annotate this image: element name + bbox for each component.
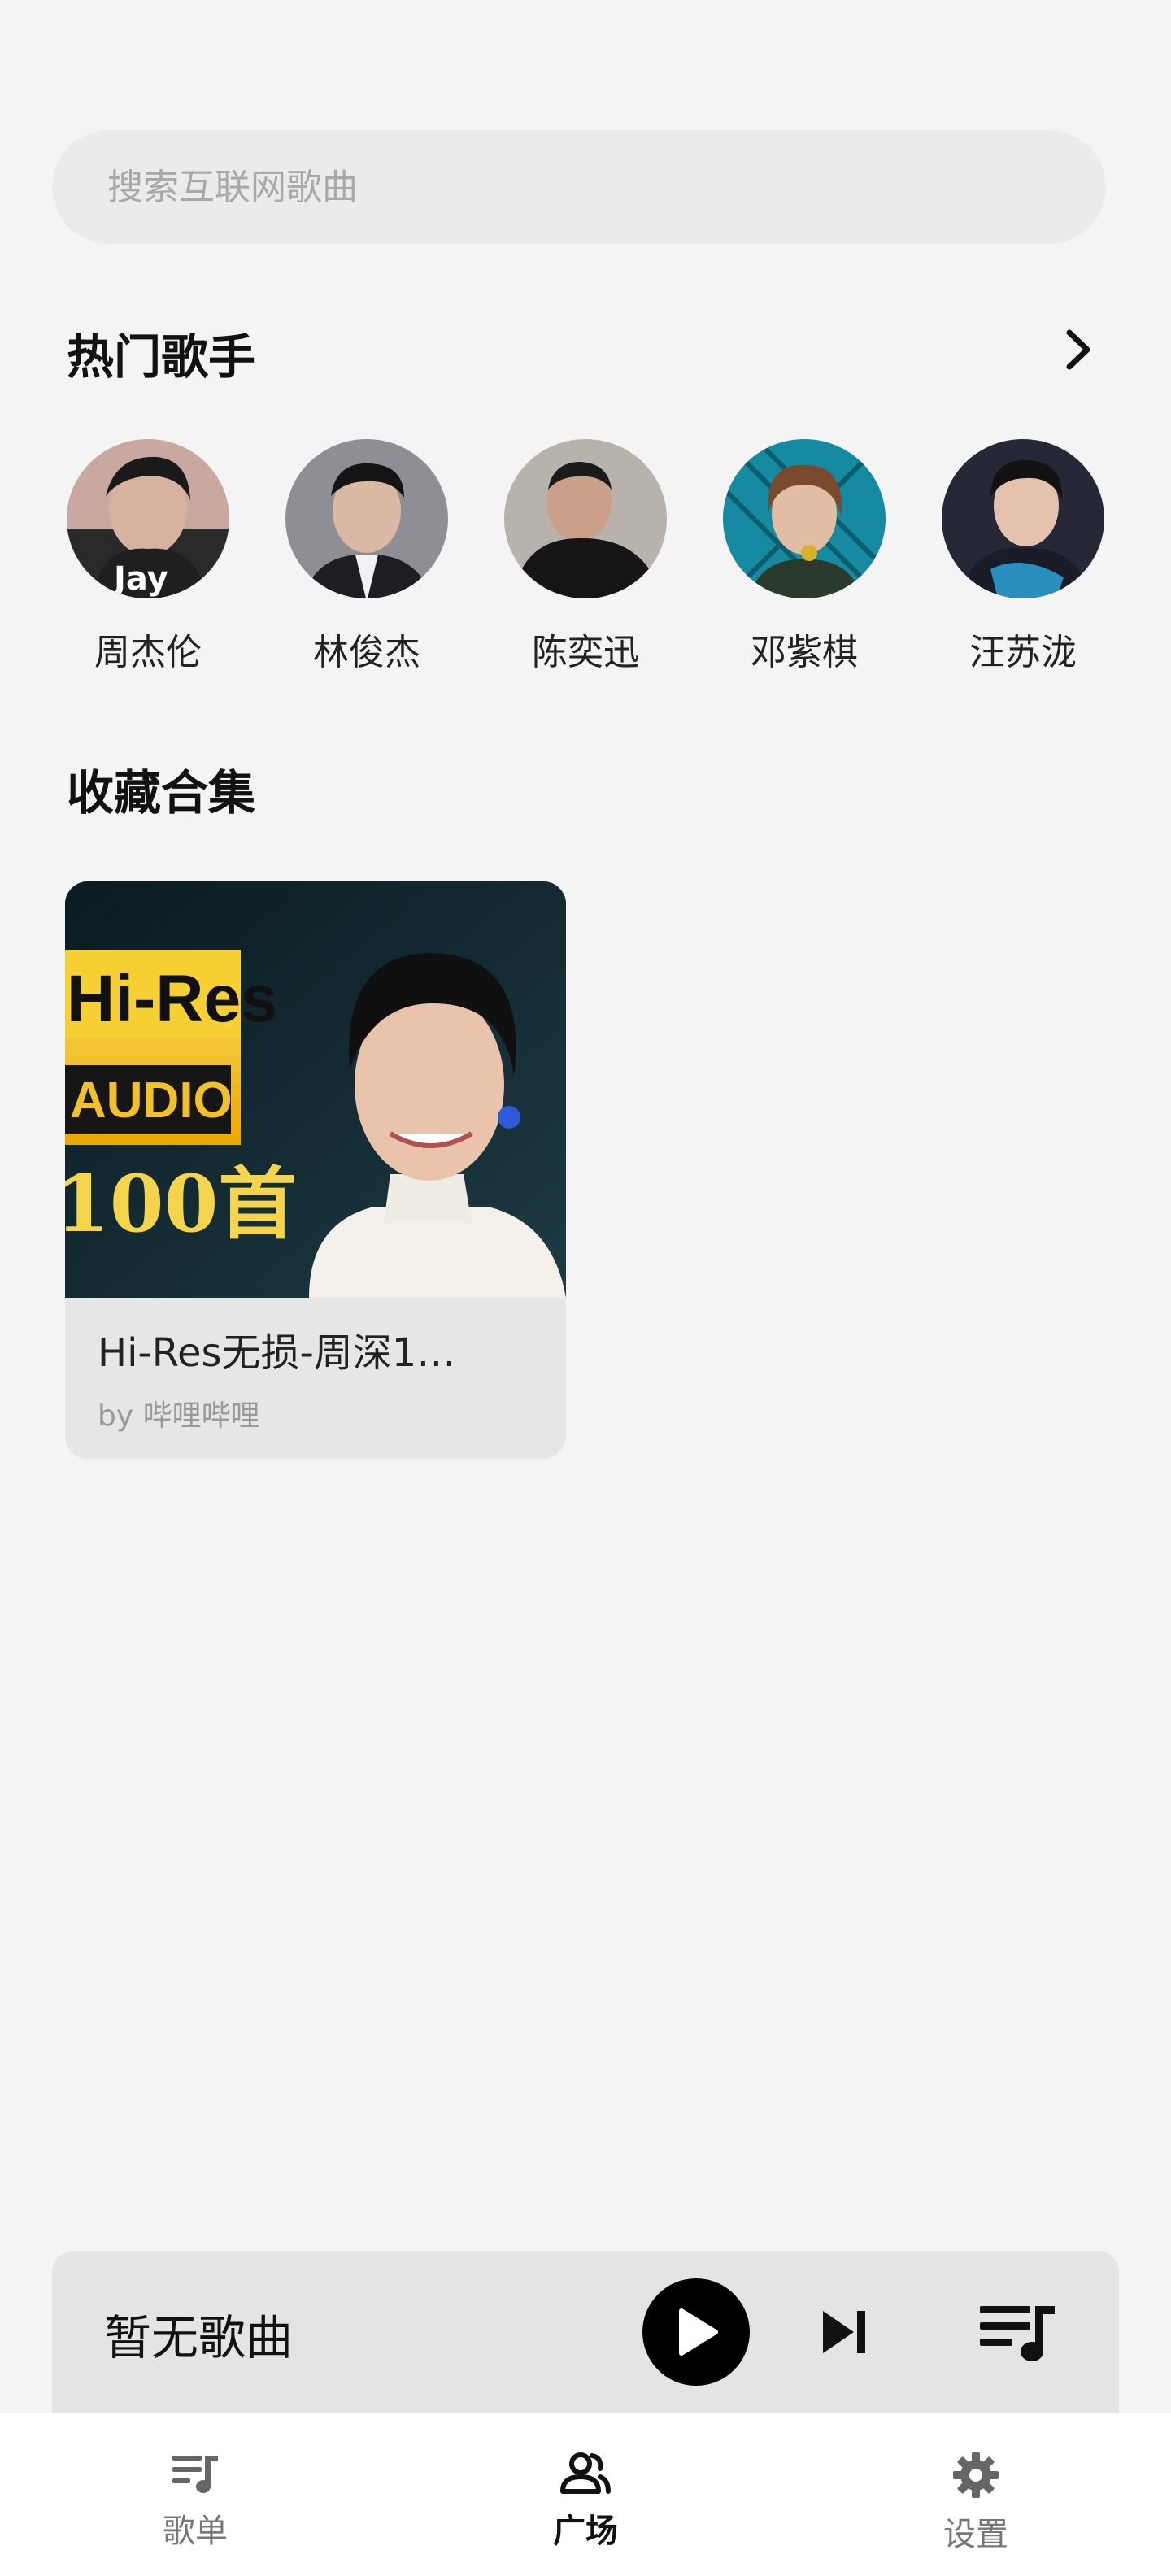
cover-count-text: 100首 (65, 1158, 296, 1250)
gear-icon (953, 2452, 999, 2498)
avatar-brand-text: Jay (111, 560, 168, 598)
singer-name: 邓紫棋 (751, 632, 858, 673)
queue-music-icon (980, 2306, 1055, 2361)
collection-card[interactable]: Hi-Res AUDIO 100首 Hi-Res无损-周深1… by 哔哩哔哩 (65, 881, 566, 1459)
singer-item[interactable]: 林俊杰 (263, 439, 471, 675)
search-input[interactable] (106, 165, 1106, 209)
cover-badge-sub: AUDIO (70, 1073, 233, 1129)
singer-name: 林俊杰 (313, 632, 420, 673)
search-bar[interactable] (52, 130, 1106, 244)
plaza-page: 热门歌手 Jay 周杰伦 (0, 0, 1171, 2576)
playlist-icon (172, 2456, 218, 2493)
skip-next-icon (823, 2311, 865, 2353)
collection-author: by 哔哩哔哩 (98, 1399, 260, 1433)
singer-item[interactable]: 邓紫棋 (700, 439, 908, 675)
nav-label: 广场 (553, 2513, 618, 2550)
cover-badge-text: Hi-Res (67, 962, 278, 1036)
play-button[interactable] (642, 2278, 750, 2386)
avatar: Jay (67, 439, 229, 598)
singer-name: 汪苏泷 (969, 632, 1077, 673)
collection-title: Hi-Res无损-周深1… (98, 1330, 456, 1376)
singer-item[interactable]: 陈奕迅 (481, 439, 690, 675)
avatar (285, 439, 448, 598)
singer-name: 周杰伦 (94, 632, 202, 673)
next-button[interactable] (812, 2300, 877, 2365)
singer-item[interactable]: 汪苏泷 (919, 439, 1127, 675)
avatar (504, 439, 667, 598)
now-playing-title: 暂无歌曲 (104, 2310, 294, 2365)
nav-item-playlists[interactable]: 歌单 (0, 2413, 390, 2576)
bottom-nav: 歌单 广场 设置 (0, 2413, 1171, 2576)
nav-item-settings[interactable]: 设置 (781, 2413, 1171, 2576)
collections-title: 收藏合集 (67, 765, 256, 820)
collection-cover: Hi-Res AUDIO 100首 (65, 881, 566, 1298)
chevron-right-icon[interactable] (1054, 325, 1103, 374)
singer-item[interactable]: Jay 周杰伦 (44, 439, 252, 675)
play-icon (679, 2308, 718, 2356)
avatar (942, 439, 1104, 598)
hot-singers-list: Jay 周杰伦 林俊杰 陈奕迅 邓紫棋 汪苏泷 (44, 439, 1127, 675)
queue-button[interactable] (974, 2300, 1064, 2365)
nav-item-plaza[interactable]: 广场 (390, 2413, 781, 2576)
singer-name: 陈奕迅 (532, 632, 639, 673)
nav-label: 歌单 (163, 2513, 228, 2550)
people-icon (560, 2452, 611, 2494)
avatar (723, 439, 886, 598)
mini-player[interactable]: 暂无歌曲 (52, 2251, 1119, 2413)
hot-singers-title: 热门歌手 (67, 329, 256, 385)
nav-label: 设置 (943, 2516, 1008, 2553)
